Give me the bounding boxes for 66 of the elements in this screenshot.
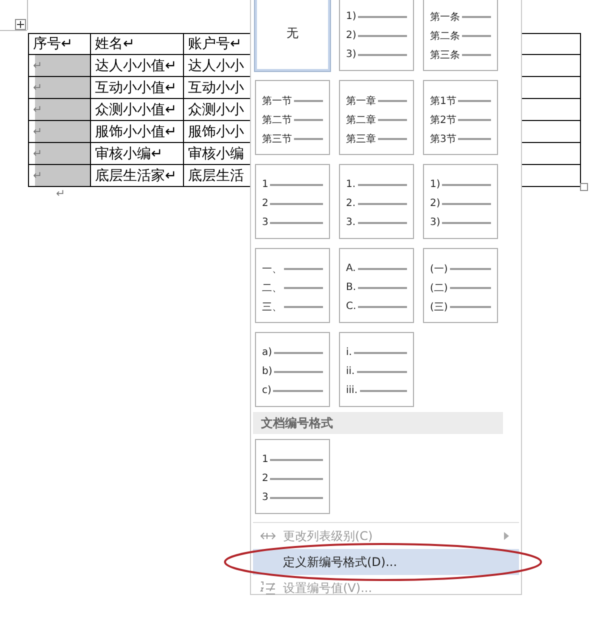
list-number: (二) <box>430 282 448 294</box>
list-number: 3 <box>262 217 268 228</box>
list-number: ii. <box>346 366 355 377</box>
list-number: 2) <box>430 198 440 209</box>
list-number: 第3节 <box>430 132 456 146</box>
numbering-style-tile[interactable]: (一) (二) (三) <box>423 248 498 323</box>
list-number: 3 <box>262 492 268 503</box>
numbering-style-tile[interactable]: 第一节 第二节 第三节 <box>255 80 330 155</box>
list-number: C. <box>346 301 356 312</box>
table-cell: 达人小小值↵ <box>90 54 184 76</box>
list-number: 2. <box>346 198 356 209</box>
paragraph-mark: ↵ <box>56 187 66 200</box>
numbering-style-tile[interactable]: A. B. C. <box>339 248 414 323</box>
table-cell: 底层生活家↵ <box>90 164 184 186</box>
table-cell: ↵ <box>28 120 90 142</box>
table-cell: 审核小编↵ <box>90 142 184 164</box>
numbering-style-tile[interactable]: 无 <box>255 0 330 71</box>
list-number: 二、 <box>262 282 282 294</box>
list-number: (一) <box>430 262 448 276</box>
table-cell: 众测小小值↵ <box>90 98 184 120</box>
list-number: 第三章 <box>346 132 376 146</box>
list-number: 一、 <box>262 262 282 276</box>
submenu-arrow-icon <box>504 532 509 540</box>
list-number: 3) <box>430 217 440 228</box>
list-number: B. <box>346 282 356 293</box>
menu-item[interactable]: 定义新编号格式(D)... <box>253 549 519 575</box>
list-number: A. <box>346 263 356 274</box>
list-number: c) <box>262 385 272 396</box>
numbering-style-tile[interactable]: 第1节 第2节 第3节 <box>423 80 498 155</box>
list-number: i. <box>346 347 352 358</box>
numbered-list-icon <box>260 580 276 596</box>
list-number: 第三节 <box>262 132 292 146</box>
list-number: iii. <box>346 385 358 396</box>
list-number: 2 <box>262 473 268 484</box>
list-number: a) <box>262 347 272 358</box>
list-number: 三、 <box>262 300 282 314</box>
resize-handle-icon[interactable] <box>580 183 588 191</box>
numbering-style-tile[interactable]: 第一章 第二章 第三章 <box>339 80 414 155</box>
list-number: 3. <box>346 217 356 228</box>
table-cell: ↵ <box>28 164 90 186</box>
numbering-style-tile[interactable]: 1) 2) 3) <box>423 164 498 239</box>
table-cell: 序号↵ <box>28 34 90 54</box>
table-cell: 互动小小值↵ <box>90 76 184 98</box>
table-cell: ↵ <box>28 142 90 164</box>
numbering-style-tile[interactable]: a) b) c) <box>255 332 330 407</box>
list-number: (三) <box>430 300 448 314</box>
table-cell: ↵ <box>28 54 90 76</box>
numbering-style-tile[interactable]: 第一条 第二条 第三条 <box>423 0 498 71</box>
section-header: 文档编号格式 <box>253 412 503 434</box>
move-handle-icon[interactable] <box>15 19 26 30</box>
indent-arrows-icon <box>260 531 276 541</box>
table-cell: 姓名↵ <box>90 34 184 54</box>
numbering-style-tile[interactable]: 1 2 3 <box>255 164 330 239</box>
numbering-style-tile[interactable]: i. ii. iii. <box>339 332 414 407</box>
numbering-style-tile[interactable]: 1 2 3 <box>255 439 330 514</box>
list-number: 1) <box>346 11 356 22</box>
table-cell: 服饰小小值↵ <box>90 120 184 142</box>
list-number: 第一条 <box>430 10 460 24</box>
numbering-style-tile[interactable]: 1) 2) 3) <box>339 0 414 71</box>
list-number: 1 <box>262 454 268 465</box>
numbering-style-tile[interactable]: 1. 2. 3. <box>339 164 414 239</box>
table-cell: ↵ <box>28 76 90 98</box>
numbering-style-tile[interactable]: 一、 二、 三、 <box>255 248 330 323</box>
list-number: b) <box>262 366 272 377</box>
table-cell: ↵ <box>28 98 90 120</box>
list-number: 2 <box>262 198 268 209</box>
